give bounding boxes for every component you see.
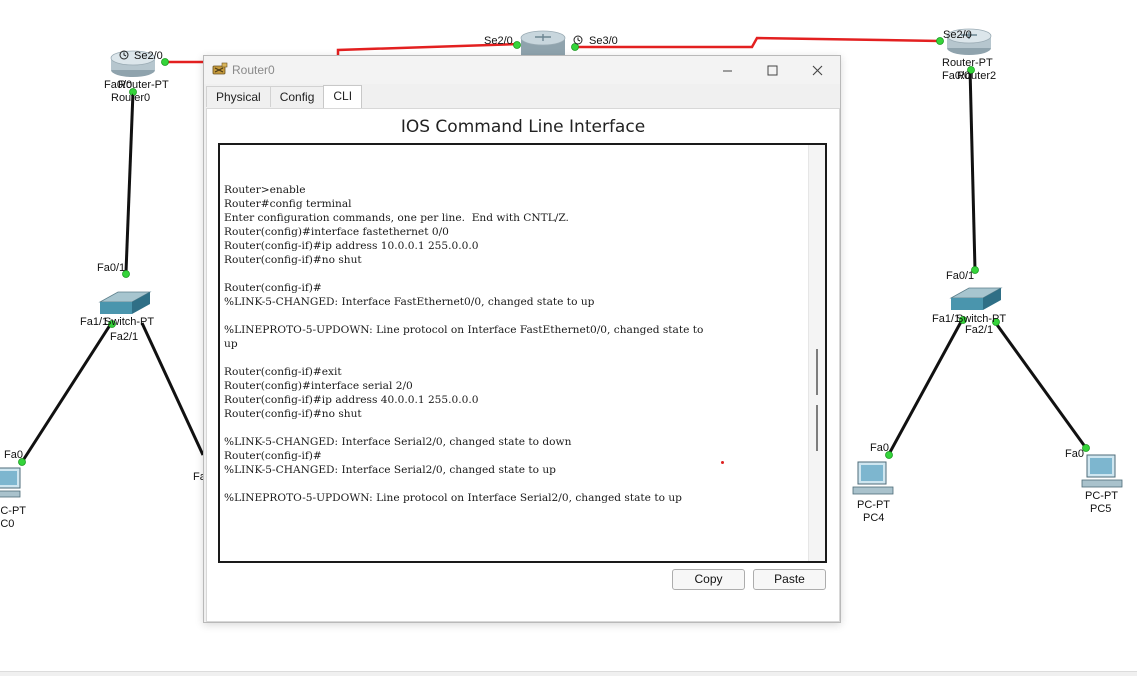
window-title: Router0	[232, 63, 275, 77]
pc4-model-label: PC-PT	[857, 499, 890, 511]
tab-cli[interactable]: CLI	[323, 85, 363, 108]
pc0-icon[interactable]	[0, 467, 21, 498]
link-switch2-pc5[interactable]	[993, 321, 1088, 449]
switch0-icon[interactable]	[98, 291, 152, 314]
router0-window[interactable]: Router0 Physical Config CLI IOS Command …	[203, 55, 841, 623]
copy-button[interactable]: Copy	[672, 569, 745, 590]
router1-icon[interactable]	[520, 30, 566, 56]
pc5-icon[interactable]	[1081, 454, 1123, 488]
window-titlebar[interactable]: Router0	[204, 56, 840, 84]
switch0-model-label: Switch-PT	[104, 316, 155, 328]
pc4-name-label: PC4	[863, 512, 885, 524]
router2-model-label: Router-PT	[942, 57, 993, 69]
port-up-indicator	[513, 41, 521, 49]
router0-name-label: Router0	[111, 92, 151, 104]
paste-button[interactable]: Paste	[753, 569, 826, 590]
minimize-icon	[722, 70, 732, 71]
maximize-icon	[767, 65, 777, 75]
link-router0-switch0[interactable]	[124, 91, 135, 273]
tab-config[interactable]: Config	[269, 86, 325, 107]
switch2-port-up-label: Fa0/1	[946, 270, 975, 282]
port-up-indicator	[571, 43, 579, 51]
close-icon	[812, 65, 822, 75]
serial-link-router1-router2[interactable]	[575, 36, 941, 49]
tab-physical[interactable]: Physical	[206, 86, 271, 107]
router1-port-se2-label: Se2/0	[484, 35, 513, 47]
status-bar-edge	[0, 671, 1137, 676]
pc4-icon[interactable]	[852, 461, 894, 495]
cli-panel: IOS Command Line Interface Router>enable…	[206, 108, 840, 622]
maximize-button[interactable]	[749, 56, 795, 84]
router1-port-se3-label: Se3/0	[589, 35, 618, 47]
console-scroll-thumb[interactable]	[816, 349, 818, 395]
pc5-port-label: Fa0	[1065, 448, 1084, 460]
cli-heading: IOS Command Line Interface	[400, 117, 646, 137]
packet-tracer-app-icon	[212, 62, 228, 75]
cursor-marker	[721, 461, 724, 464]
minimize-button[interactable]	[704, 56, 750, 84]
pc0-model-label: PC-PT	[0, 505, 26, 517]
link-switch0-pc0[interactable]	[20, 321, 114, 463]
switch0-port-up-label: Fa0/1	[97, 262, 126, 274]
console-scrollbar[interactable]	[808, 145, 825, 561]
router0-port-se-label: Se2/0	[134, 50, 163, 62]
link-router2-switch2[interactable]	[968, 67, 977, 271]
router2-name-label: Router2	[957, 70, 997, 82]
link-switch2-pc4[interactable]	[887, 319, 964, 455]
link-switch0-pc1[interactable]	[140, 322, 205, 456]
pc5-name-label: PC5	[1090, 503, 1112, 515]
switch2-icon[interactable]	[949, 287, 1003, 310]
console-scroll-thumb-lower[interactable]	[816, 405, 818, 451]
cli-console[interactable]: Router>enable Router#config terminal Ent…	[218, 143, 827, 563]
router0-model-label: Router-PT	[118, 79, 169, 91]
pc0-port-label: Fa0	[4, 449, 23, 461]
router2-port-se-label: Se2/0	[943, 29, 972, 41]
tab-bar: Physical Config CLI	[206, 85, 363, 108]
pc5-model-label: PC-PT	[1085, 490, 1118, 502]
close-button[interactable]	[794, 56, 840, 84]
pc0-name-label: PC0	[0, 518, 15, 530]
console-output[interactable]: Router>enable Router#config terminal Ent…	[224, 145, 703, 505]
switch2-port-b-label: Fa2/1	[965, 324, 994, 336]
switch0-port-b-label: Fa2/1	[110, 331, 139, 343]
pc4-port-label: Fa0	[870, 442, 889, 454]
